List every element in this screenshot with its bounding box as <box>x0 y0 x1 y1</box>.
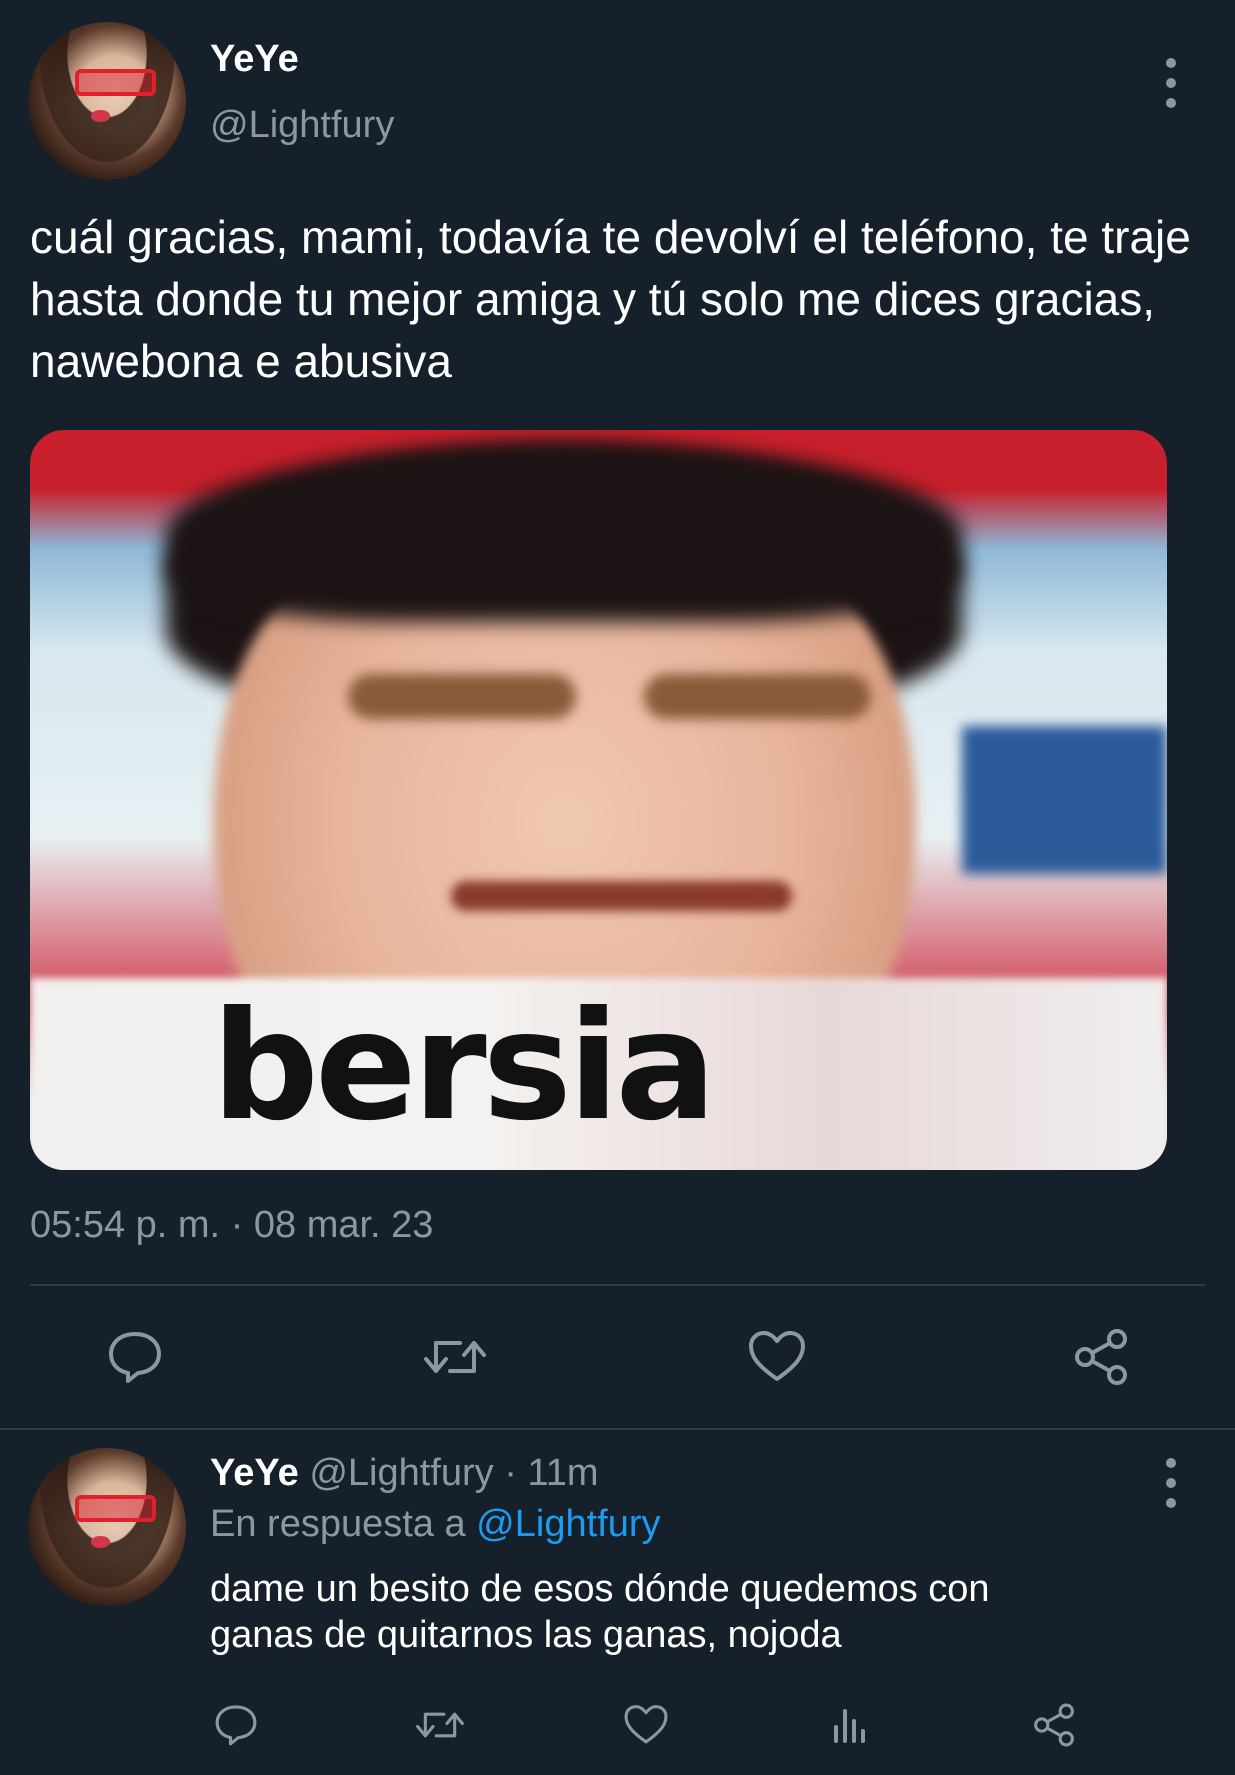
replying-prefix: En respuesta a <box>210 1503 466 1545</box>
avatar-hair <box>28 22 186 180</box>
reply-author-name[interactable]: YeYe <box>210 1452 299 1494</box>
reply-text-line-1: dame un besito de esos dónde quedemos co… <box>210 1568 990 1610</box>
reply-share-icon[interactable] <box>1026 1700 1082 1750</box>
replying-mention-link[interactable]: @Lightfury <box>476 1503 660 1545</box>
avatar-lips <box>91 110 111 122</box>
avatar-hair <box>28 1448 186 1606</box>
reply-more-options-icon[interactable] <box>1165 1458 1177 1508</box>
reply-author-avatar[interactable] <box>28 1448 186 1606</box>
author-handle[interactable]: @Lightfury <box>210 104 394 147</box>
reply-reply-icon[interactable] <box>208 1700 264 1750</box>
tweet-timestamp[interactable]: 05:54 p. m. · 08 mar. 23 <box>30 1204 433 1247</box>
media-right-brow <box>643 674 872 719</box>
media-left-brow <box>348 674 576 719</box>
reply-author-handle[interactable]: @Lightfury <box>309 1452 493 1494</box>
reply-time-separator: · <box>504 1452 517 1494</box>
avatar-lips <box>91 1536 111 1548</box>
analytics-icon[interactable] <box>822 1700 878 1750</box>
media-mouth <box>450 881 792 911</box>
media-caption: bersia <box>211 980 717 1155</box>
reply-text-line-2: ganas de quitarnos las ganas, nojoda <box>210 1614 842 1656</box>
like-icon[interactable] <box>742 1322 812 1392</box>
media-blue-sign <box>962 726 1167 874</box>
reply-retweet-icon[interactable] <box>412 1700 468 1750</box>
retweet-icon[interactable] <box>420 1322 490 1392</box>
replying-to: En respuesta a @Lightfury <box>210 1503 661 1546</box>
reply-icon[interactable] <box>100 1322 170 1392</box>
section-divider <box>0 1428 1235 1430</box>
timestamp-divider <box>30 1284 1205 1286</box>
author-avatar[interactable] <box>28 22 186 180</box>
tweet-text: cuál gracias, mami, todavía te devolví e… <box>30 211 1191 387</box>
reply-header: YeYe @Lightfury · 11m <box>210 1452 599 1495</box>
media-hair-top <box>166 444 963 623</box>
tweet-media-image[interactable]: bersia <box>30 430 1167 1170</box>
reply-text: dame un besito de esos dónde quedemos co… <box>210 1566 1210 1658</box>
reply-like-icon[interactable] <box>618 1700 674 1750</box>
more-options-icon[interactable] <box>1165 58 1177 108</box>
author-name[interactable]: YeYe <box>210 38 299 81</box>
avatar-glasses <box>75 69 157 97</box>
share-icon[interactable] <box>1066 1322 1136 1392</box>
avatar-glasses <box>75 1495 157 1523</box>
reply-time[interactable]: 11m <box>527 1452 598 1494</box>
